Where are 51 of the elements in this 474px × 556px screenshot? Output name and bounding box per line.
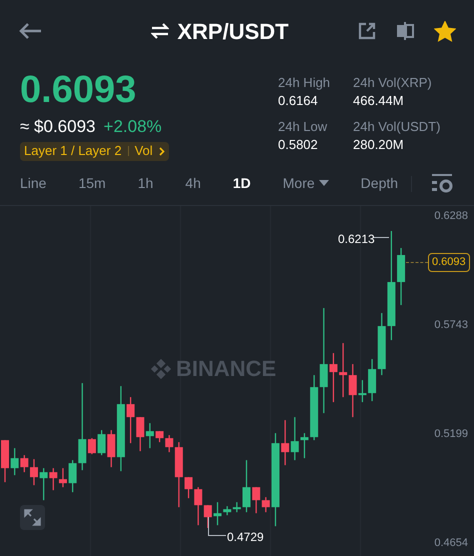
pair-title: XRP/USDT	[177, 18, 289, 46]
price-axis-label: 0.5743	[434, 318, 468, 334]
stat-label: 24h Vol(XRP)	[353, 74, 433, 92]
low-price-label: 0.4729	[227, 529, 264, 546]
candlestick	[146, 423, 154, 448]
candlestick	[58, 468, 67, 488]
interval-tab[interactable]: 15m	[78, 173, 106, 194]
candlestick	[126, 397, 135, 444]
fiat-price: ≈ $0.6093	[20, 116, 96, 138]
price-change: +2.08%	[104, 116, 162, 138]
candlestick	[242, 460, 250, 512]
fullscreen-button[interactable]	[20, 505, 45, 530]
compare-icon[interactable]	[396, 21, 414, 41]
high-price-label: 0.6213	[338, 231, 375, 248]
stat-value: 0.5802	[278, 136, 319, 154]
favorite-star-icon[interactable]	[434, 20, 456, 42]
candlestick	[136, 417, 144, 452]
current-price-tag: 0.6093	[428, 253, 470, 272]
price-axis-label: 0.6288	[434, 209, 468, 224]
interval-tab[interactable]: 4h	[185, 173, 201, 194]
candlestick	[397, 248, 406, 306]
expand-icon	[24, 509, 41, 526]
tag-link[interactable]: Layer 1 / Layer 2	[24, 141, 122, 161]
interval-tab[interactable]: Line	[20, 173, 46, 194]
tag-link[interactable]: Vol	[134, 141, 153, 161]
candlestick	[1, 440, 9, 482]
stat-label: 24h Low	[278, 118, 328, 136]
high-leader-line	[373, 237, 389, 238]
interval-tab[interactable]: Depth	[360, 173, 398, 194]
interval-tab[interactable]: More	[282, 173, 329, 194]
low-leader-line	[208, 517, 226, 536]
chart-settings-icon[interactable]	[432, 174, 454, 194]
last-price: 0.6093	[20, 68, 138, 112]
diamond-logo-icon	[150, 358, 172, 380]
price-axis-label: 0.5199	[434, 426, 468, 442]
candlestick	[232, 502, 241, 512]
caret-down-icon	[318, 180, 329, 187]
chevron-right-icon[interactable]	[158, 146, 165, 156]
stat-value: 280.20M	[353, 136, 405, 154]
stat-value: 466.44M	[353, 92, 405, 110]
stat-value: 0.6164	[278, 92, 319, 110]
back-arrow-icon[interactable]	[18, 22, 42, 40]
swap-icon[interactable]	[151, 23, 170, 39]
stat-label: 24h Vol(USDT)	[353, 118, 442, 136]
interval-tab[interactable]: 1D	[232, 173, 251, 194]
candlestick	[339, 343, 348, 398]
interval-tab[interactable]: 1h	[138, 173, 154, 194]
candlestick	[281, 420, 290, 466]
price-axis-label: 0.4654	[434, 536, 468, 551]
stat-label: 24h High	[278, 74, 332, 92]
share-icon[interactable]	[358, 22, 376, 40]
